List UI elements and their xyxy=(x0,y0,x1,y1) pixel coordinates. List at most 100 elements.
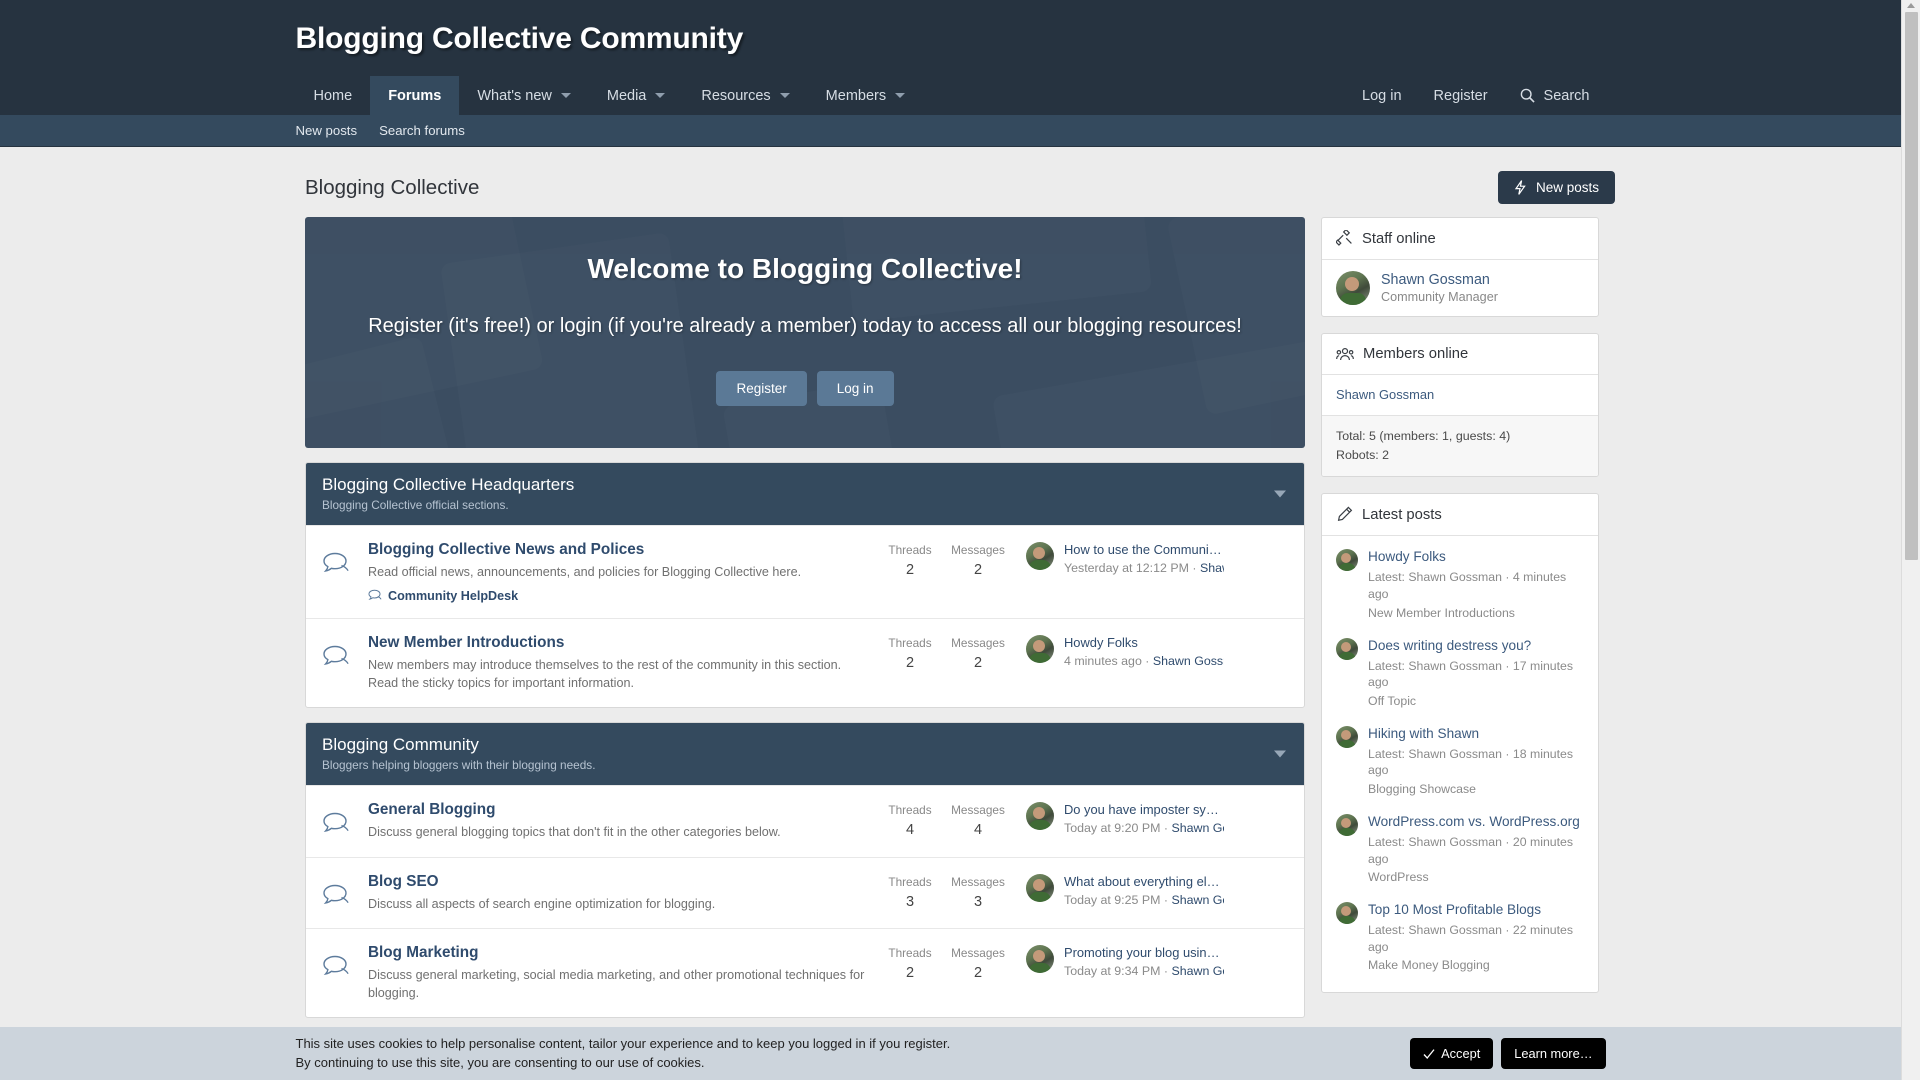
login-link[interactable]: Log in xyxy=(1346,76,1418,115)
vertical-scrollbar[interactable] xyxy=(1901,0,1920,1080)
subnav-item-search-forums[interactable]: Search forums xyxy=(379,123,465,138)
last-post-author-link[interactable]: Shawn Gossman xyxy=(1171,893,1224,907)
forum-name-link[interactable]: Blog Marketing xyxy=(368,944,866,962)
category-collapse-toggle-icon[interactable] xyxy=(1274,490,1286,498)
category-header[interactable]: Blogging Collective Headquarters Bloggin… xyxy=(306,462,1304,525)
forum-messages-stat: Messages 4 xyxy=(944,801,1012,838)
forum-row: General Blogging Discuss general bloggin… xyxy=(306,785,1304,856)
messages-count: 2 xyxy=(973,964,983,981)
avatar[interactable] xyxy=(1026,634,1054,663)
welcome-register-button[interactable]: Register xyxy=(716,370,807,406)
register-link[interactable]: Register xyxy=(1418,76,1504,115)
latest-post-title-link[interactable]: Top 10 Most Profitable Blogs xyxy=(1368,902,1584,919)
latest-post-title-link[interactable]: Does writing destress you? xyxy=(1368,638,1584,655)
subforum-link[interactable]: Community HelpDesk xyxy=(388,589,518,603)
scroll-up-arrow-icon[interactable] xyxy=(1902,0,1920,10)
subforum-bubble-icon xyxy=(368,590,382,601)
member-online-link[interactable]: Shawn Gossman xyxy=(1336,387,1434,402)
check-icon xyxy=(1423,1048,1435,1059)
latest-post-title-link[interactable]: Hiking with Shawn xyxy=(1368,726,1584,743)
search-button[interactable]: Search xyxy=(1504,76,1606,115)
category-title: Blogging Community xyxy=(322,735,479,755)
avatar[interactable] xyxy=(1026,873,1054,902)
latest-post-meta: Latest: Shawn Gossman · 17 minutes ago xyxy=(1368,658,1574,690)
forum-last-post: What about everything else besides … Tod… xyxy=(1012,873,1224,907)
latest-post-meta: Latest: Shawn Gossman · 4 minutes ago xyxy=(1368,570,1567,602)
forum-name-link[interactable]: Blogging Collective News and Polices xyxy=(368,541,866,559)
new-posts-button[interactable]: New posts xyxy=(1497,171,1615,204)
forum-category: Blogging Collective Headquarters Bloggin… xyxy=(305,461,1305,709)
nav-item-whats-new[interactable]: What's new xyxy=(459,76,589,115)
forum-last-post: How to use the Community HelpDesk! Yeste… xyxy=(1012,541,1224,575)
avatar[interactable] xyxy=(1336,902,1358,925)
last-post-date: 4 minutes ago xyxy=(1064,653,1142,668)
latest-post-item: Top 10 Most Profitable Blogs Latest: Sha… xyxy=(1336,893,1584,981)
page-header: Blogging Collective New posts xyxy=(305,147,1615,217)
last-post-author-link[interactable]: Shawn Gossman xyxy=(1153,654,1224,668)
messages-count: 2 xyxy=(973,654,983,671)
last-post-title-link[interactable]: Promoting your blog using Guerilla M… xyxy=(1064,945,1224,960)
staff-online-header: Staff online xyxy=(1322,218,1598,260)
last-post-title-link[interactable]: Howdy Folks xyxy=(1064,635,1224,650)
threads-label: Threads xyxy=(888,542,932,557)
cookie-notice-text: This site uses cookies to help personali… xyxy=(296,1035,951,1072)
staff-name-link[interactable]: Shawn Gossman xyxy=(1381,272,1498,288)
last-post-author-link[interactable]: Shawn Gossman xyxy=(1171,821,1224,835)
nav-item-media[interactable]: Media xyxy=(589,76,684,115)
avatar[interactable] xyxy=(1336,725,1358,748)
forum-name-link[interactable]: Blog SEO xyxy=(368,873,866,891)
login-label: Log in xyxy=(1362,87,1402,104)
chevron-down-icon xyxy=(560,93,571,98)
nav-item-resources[interactable]: Resources xyxy=(683,76,807,115)
last-post-title-link[interactable]: How to use the Community HelpDesk! xyxy=(1064,542,1224,557)
latest-post-meta: Latest: Shawn Gossman · 18 minutes ago xyxy=(1368,746,1574,778)
last-post-title-link[interactable]: Do you have imposter syndrome? xyxy=(1064,802,1224,817)
avatar[interactable] xyxy=(1026,944,1054,973)
threads-label: Threads xyxy=(888,945,932,960)
welcome-login-button[interactable]: Log in xyxy=(816,370,894,406)
scrollbar-thumb[interactable] xyxy=(1905,12,1918,560)
threads-count: 4 xyxy=(905,822,915,839)
forum-description: New members may introduce themselves to … xyxy=(368,657,842,691)
forum-messages-stat: Messages 2 xyxy=(944,634,1012,671)
nav-item-forums[interactable]: Forums xyxy=(370,76,460,115)
avatar[interactable] xyxy=(1336,271,1370,305)
forum-name-link[interactable]: General Blogging xyxy=(368,801,866,819)
avatar[interactable] xyxy=(1026,802,1054,831)
last-post-author-link[interactable]: Shawn Gossman xyxy=(1171,964,1224,978)
avatar[interactable] xyxy=(1026,541,1054,570)
threads-count: 3 xyxy=(905,893,915,910)
avatar[interactable] xyxy=(1336,549,1358,572)
chevron-down-icon xyxy=(779,93,790,98)
forum-row: Blog SEO Discuss all aspects of search e… xyxy=(306,856,1304,928)
messages-label: Messages xyxy=(951,945,1005,960)
welcome-body: Register (it's free!) or login (if you'r… xyxy=(368,315,1242,337)
main-navigation: Home Forums What's new Media Resources M… xyxy=(0,76,1901,115)
last-post-date: Today at 9:25 PM xyxy=(1064,892,1161,907)
latest-post-item: Does writing destress you? Latest: Shawn… xyxy=(1336,629,1584,717)
messages-count: 3 xyxy=(973,893,983,910)
category-collapse-toggle-icon[interactable] xyxy=(1274,750,1286,758)
page-container: Blogging Collective New posts Welcome to… xyxy=(305,147,1615,1032)
latest-post-title-link[interactable]: Howdy Folks xyxy=(1368,549,1584,566)
nav-item-home[interactable]: Home xyxy=(296,76,371,115)
category-header[interactable]: Blogging Community Bloggers helping blog… xyxy=(306,723,1304,786)
messages-label: Messages xyxy=(951,635,1005,650)
cookie-accept-button[interactable]: Accept xyxy=(1410,1038,1494,1069)
cookie-notice-line-2: By continuing to use this site, you are … xyxy=(295,1054,705,1070)
latest-post-title-link[interactable]: WordPress.com vs. WordPress.org xyxy=(1368,814,1584,831)
avatar[interactable] xyxy=(1336,637,1358,660)
last-post-author-link[interactable]: Shawn Gossma xyxy=(1200,561,1224,575)
forum-threads-stat: Threads 2 xyxy=(876,541,944,578)
last-post-title-link[interactable]: What about everything else besides … xyxy=(1064,874,1224,889)
subnav-item-new-posts[interactable]: New posts xyxy=(296,123,358,138)
latest-post-item: Hiking with Shawn Latest: Shawn Gossman … xyxy=(1336,717,1584,805)
forum-threads-stat: Threads 2 xyxy=(876,944,944,981)
forum-unread-icon xyxy=(322,944,356,978)
avatar[interactable] xyxy=(1336,813,1358,836)
forum-name-link[interactable]: New Member Introductions xyxy=(368,634,866,652)
cookie-learn-more-button[interactable]: Learn more… xyxy=(1501,1038,1606,1069)
nav-item-members[interactable]: Members xyxy=(808,76,923,115)
forum-description: Discuss general marketing, social media … xyxy=(368,967,865,1001)
forum-threads-stat: Threads 2 xyxy=(876,634,944,671)
